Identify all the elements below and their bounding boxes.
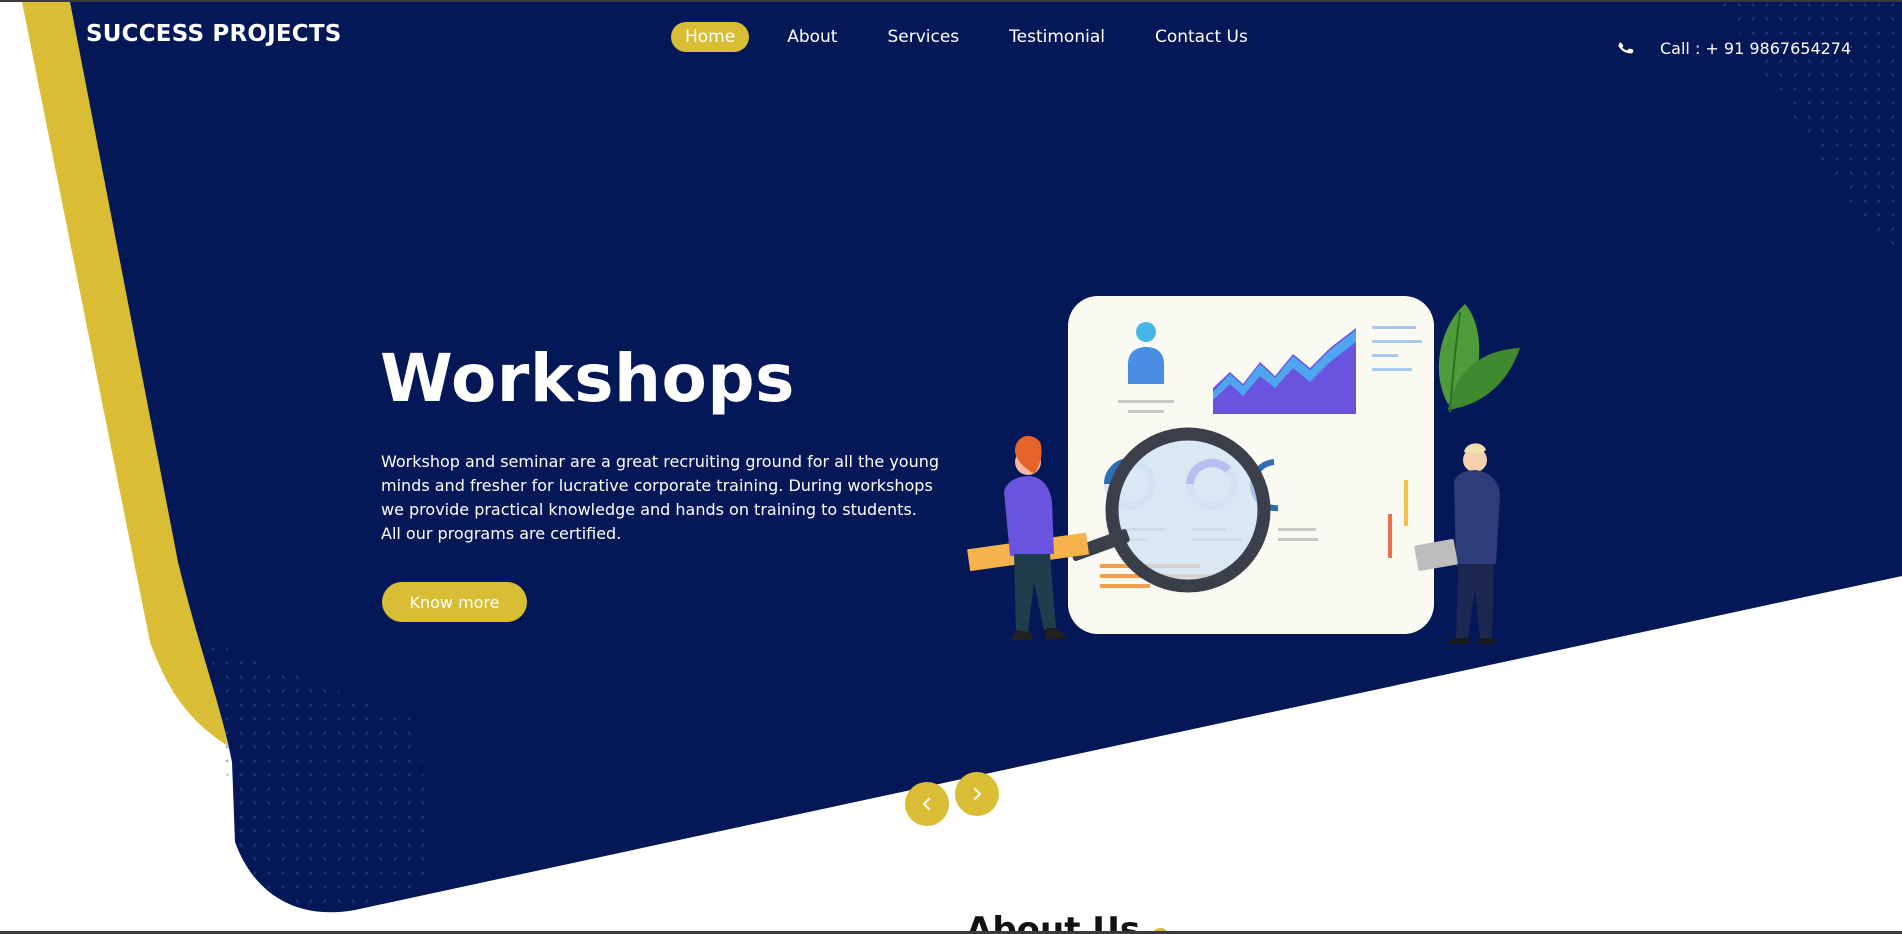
hero-background	[22, 2, 1902, 913]
call-info[interactable]: Call : + 91 9867654274	[1616, 38, 1851, 58]
nav-item-contact-us[interactable]: Contact Us	[1141, 22, 1262, 52]
brand-logo-text[interactable]: SUCCESS PROJECTS	[86, 21, 342, 47]
nav-item-about[interactable]: About	[773, 22, 851, 52]
nav-item-home[interactable]: Home	[671, 22, 750, 52]
about-us-heading-text: About Us	[966, 910, 1141, 934]
hero-title: Workshops	[380, 340, 795, 417]
slider-prev-button[interactable]	[905, 782, 949, 826]
call-text: Call : + 91 9867654274	[1660, 38, 1852, 58]
phone-icon	[1618, 42, 1634, 54]
page-frame: SUCCESS PROJECTS Home About Services Tes…	[0, 0, 1902, 934]
know-more-button[interactable]: Know more	[382, 582, 527, 622]
heading-dot	[1152, 927, 1170, 931]
top-navbar: SUCCESS PROJECTS Home About Services Tes…	[0, 2, 1902, 72]
slider-next-button[interactable]	[955, 772, 999, 816]
hero-description: Workshop and seminar are a great recruit…	[381, 452, 940, 543]
nav-item-services[interactable]: Services	[873, 22, 973, 52]
main-nav: Home About Services Testimonial Contact …	[671, 22, 1280, 52]
workshop-illustration	[967, 296, 1520, 644]
chevron-left-icon	[923, 797, 931, 811]
about-us-heading: About Us	[966, 910, 1170, 934]
chevron-right-icon	[973, 787, 981, 801]
nav-item-testimonial[interactable]: Testimonial	[995, 22, 1119, 52]
